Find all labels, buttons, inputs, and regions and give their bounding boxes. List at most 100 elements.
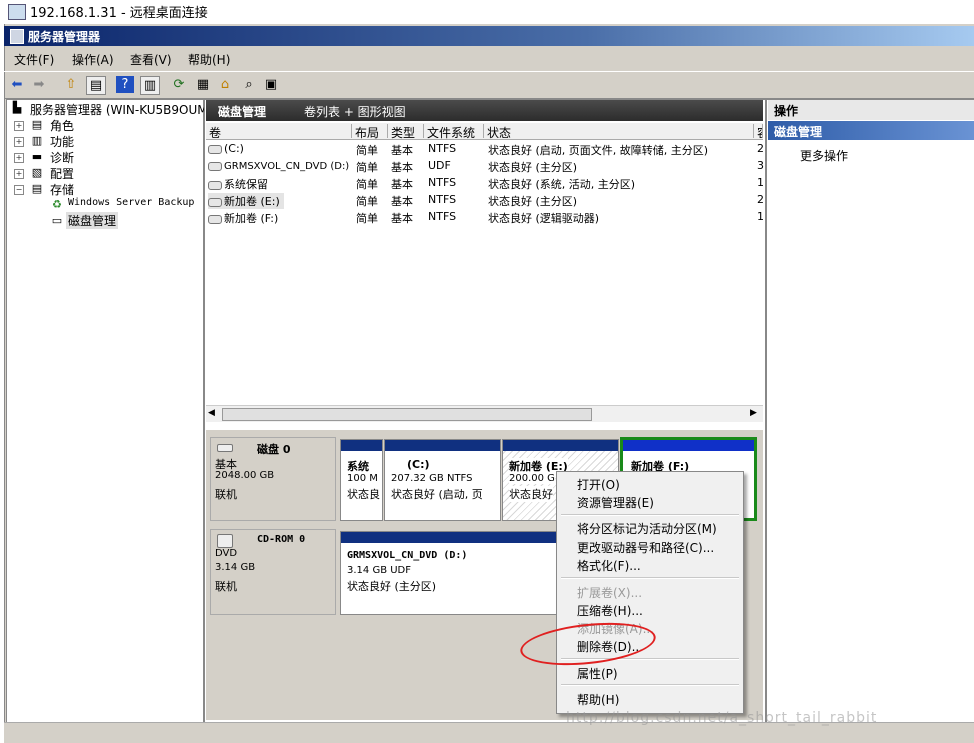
- disk-0-state: 联机: [215, 488, 237, 501]
- tree-item-disk-management[interactable]: 磁盘管理: [66, 212, 119, 229]
- table-row[interactable]: 新加卷 (E:) 简单 基本 NTFS 状态良好 (主分区) 2: [206, 191, 764, 209]
- back-arrow-icon[interactable]: ⬅: [8, 76, 26, 93]
- more-actions-link[interactable]: 更多操作: [800, 147, 848, 164]
- volume-icon: [208, 180, 222, 190]
- expand-roles-icon[interactable]: +: [14, 121, 24, 131]
- menu-action[interactable]: 操作(A): [72, 51, 114, 68]
- collapse-storage-icon[interactable]: −: [14, 185, 24, 195]
- partition-status: 状态良好 (主分区): [347, 580, 437, 593]
- horizontal-scrollbar[interactable]: ◀ ▶: [206, 405, 763, 422]
- table-row[interactable]: 新加卷 (F:) 简单 基本 NTFS 状态良好 (逻辑驱动器) 1: [206, 208, 764, 225]
- cell-filesystem: UDF: [428, 159, 451, 172]
- tree-item-roles[interactable]: 角色: [50, 117, 74, 134]
- menu-item-change-drive-letter[interactable]: 更改驱动器号和路径(C)...: [577, 539, 714, 556]
- refresh-icon[interactable]: ⟳: [170, 76, 188, 93]
- window-title-bar[interactable]: 服务器管理器: [4, 26, 974, 46]
- menu-item-format[interactable]: 格式化(F)...: [577, 557, 641, 574]
- tree-item-storage[interactable]: 存储: [50, 181, 74, 198]
- features-icon: ▥: [31, 134, 43, 147]
- column-status[interactable]: 状态: [484, 124, 754, 140]
- menu-separator: [561, 577, 739, 579]
- cell-layout: 简单: [356, 144, 378, 157]
- disk-0-name: 磁盘 0: [257, 443, 291, 456]
- menu-item-mark-active[interactable]: 将分区标记为活动分区(M): [577, 520, 717, 537]
- watermark: http://blog.csdn.net/a_short_tail_rabbit: [566, 710, 878, 726]
- volume-icon: [208, 197, 222, 207]
- menu-view[interactable]: 查看(V): [130, 51, 172, 68]
- tree-item-windows-server-backup[interactable]: Windows Server Backup: [68, 197, 194, 208]
- cell-volume: 新加卷 (E:): [224, 195, 280, 208]
- search-icon[interactable]: ⌕: [240, 76, 258, 93]
- table-row[interactable]: 系统保留 简单 基本 NTFS 状态良好 (系统, 活动, 主分区) 1: [206, 174, 764, 191]
- cdrom-0-kind: DVD: [215, 548, 238, 559]
- scroll-right-icon[interactable]: ▶: [750, 408, 757, 418]
- partition-title: 系统: [347, 460, 369, 473]
- column-type[interactable]: 类型: [388, 124, 424, 140]
- disk-0-size: 2048.00 GB: [215, 470, 275, 481]
- column-capacity[interactable]: 容: [754, 124, 763, 138]
- cell-capacity: 2: [757, 142, 764, 155]
- column-filesystem[interactable]: 文件系统: [424, 124, 484, 140]
- cell-volume: 系统保留: [224, 178, 268, 191]
- menu-item-open[interactable]: 打开(O): [577, 476, 620, 493]
- partition-c[interactable]: (C:) 207.32 GB NTFS 状态良好 (启动, 页: [384, 439, 501, 521]
- cell-status: 状态良好 (系统, 活动, 主分区): [488, 178, 636, 191]
- cdrom-0-label[interactable]: CD-ROM 0 DVD 3.14 GB 联机: [210, 529, 336, 615]
- partition-size: 207.32 GB NTFS: [391, 473, 473, 484]
- diagnostics-icon: ▬: [31, 150, 43, 163]
- expand-features-icon[interactable]: +: [14, 137, 24, 147]
- properties-icon[interactable]: ▦: [194, 76, 212, 93]
- partition-title: GRMSXVOL_CN_DVD (D:): [347, 550, 468, 561]
- cell-capacity: 1: [757, 176, 764, 189]
- column-volume[interactable]: 卷: [206, 124, 352, 140]
- disk-management-icon: ▭: [51, 214, 63, 227]
- forward-arrow-icon[interactable]: ➡: [30, 76, 48, 93]
- partition-status: 状态良好: [509, 486, 553, 502]
- roles-icon: ▤: [31, 118, 43, 131]
- cell-status: 状态良好 (逻辑驱动器): [488, 212, 600, 225]
- tree-root-server-manager[interactable]: 服务器管理器 (WIN-KU5B9OUM2H: [30, 101, 224, 118]
- column-layout[interactable]: 布局: [352, 124, 388, 140]
- cell-filesystem: NTFS: [428, 142, 457, 155]
- cell-status: 状态良好 (主分区): [488, 161, 578, 174]
- disk-0-label[interactable]: 磁盘 0 基本 2048.00 GB 联机: [210, 437, 336, 521]
- open-folder-icon[interactable]: ⌂: [216, 76, 234, 93]
- actions-header: 操作: [768, 100, 974, 120]
- table-row[interactable]: (C:) 简单 基本 NTFS 状态良好 (启动, 页面文件, 故障转储, 主分…: [206, 140, 764, 157]
- partition-bar: [341, 440, 382, 451]
- expand-configuration-icon[interactable]: +: [14, 169, 24, 179]
- actions-section-label: 磁盘管理: [774, 125, 823, 139]
- menu-help[interactable]: 帮助(H): [188, 51, 230, 68]
- scroll-left-icon[interactable]: ◀: [208, 408, 215, 418]
- disk-settings-icon[interactable]: ▣: [262, 76, 280, 93]
- expand-diagnostics-icon[interactable]: +: [14, 153, 24, 163]
- tree-item-diagnostics[interactable]: 诊断: [50, 149, 74, 166]
- partition-status: 状态良好 (启动, 页: [391, 488, 483, 501]
- help-icon[interactable]: ?: [116, 76, 134, 93]
- up-folder-icon[interactable]: ⇧: [62, 76, 80, 93]
- menu-item-extend-volume: 扩展卷(X)...: [577, 586, 643, 600]
- tree-item-features[interactable]: 功能: [50, 133, 74, 150]
- menu-item-explorer[interactable]: 资源管理器(E): [577, 494, 654, 511]
- cell-type: 基本: [391, 178, 413, 191]
- volume-list-header: 卷 布局 类型 文件系统 状态 容: [206, 123, 763, 140]
- center-header: 磁盘管理 卷列表 + 图形视图: [206, 100, 763, 121]
- table-row[interactable]: GRMSXVOL_CN_DVD (D:) 简单 基本 UDF 状态良好 (主分区…: [206, 157, 764, 174]
- show-hide-tree-icon[interactable]: ▤: [86, 76, 106, 95]
- tree-item-configuration[interactable]: 配置: [50, 165, 74, 182]
- partition-size: 100 M: [347, 473, 378, 484]
- menu-item-properties[interactable]: 属性(P): [577, 665, 618, 682]
- show-hide-action-pane-icon[interactable]: ▥: [140, 76, 160, 95]
- configuration-icon: ▧: [31, 166, 43, 179]
- partition-d-dvd[interactable]: GRMSXVOL_CN_DVD (D:) 3.14 GB UDF 状态良好 (主…: [340, 531, 558, 615]
- scrollbar-thumb[interactable]: [222, 408, 592, 421]
- partition-system-reserved[interactable]: 系统 100 M 状态良: [340, 439, 383, 521]
- menu-item-help[interactable]: 帮助(H): [577, 691, 619, 708]
- actions-section-disk-management[interactable]: 磁盘管理: [768, 121, 974, 140]
- partition-bar: [385, 440, 500, 451]
- partition-bar: [341, 532, 557, 543]
- menu-file[interactable]: 文件(F): [14, 51, 54, 68]
- menu-item-shrink-volume[interactable]: 压缩卷(H)...: [577, 602, 643, 619]
- center-header-title: 磁盘管理: [218, 105, 267, 119]
- center-header-view: 卷列表 + 图形视图: [304, 105, 406, 119]
